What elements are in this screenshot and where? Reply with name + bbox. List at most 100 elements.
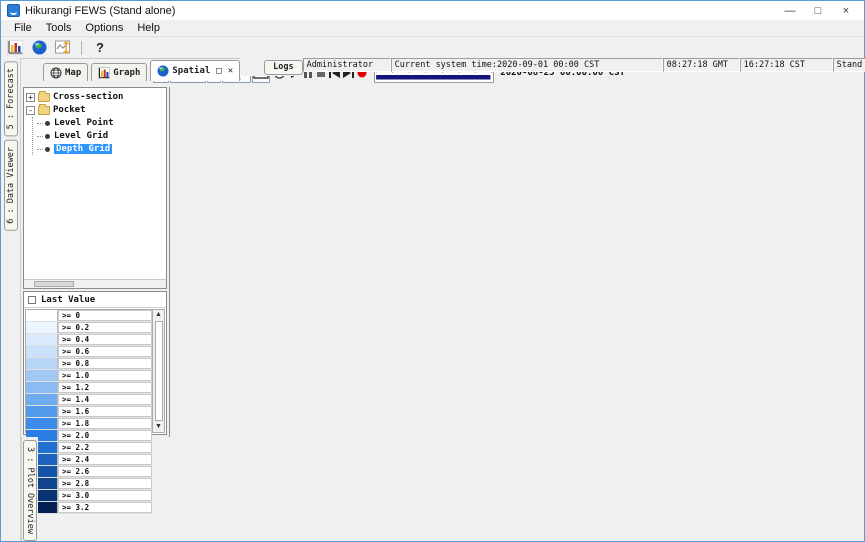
legend-swatch [26, 346, 58, 357]
legend-swatch [26, 406, 58, 417]
globe-icon [157, 65, 169, 77]
tab-forecast[interactable]: 5 : Forecast [4, 61, 18, 136]
folder-icon [38, 93, 50, 102]
tree-node-label: Pocket [53, 105, 86, 115]
toolbar-separator [81, 41, 82, 55]
menu-help[interactable]: Help [130, 22, 167, 34]
legend-panel: Last Value >= 0 >= 0.2 >= 0.4 >= 0.6 >= … [23, 291, 167, 435]
app-icon [7, 4, 20, 17]
status-mode: Stand alone [833, 58, 865, 72]
map-view[interactable]: H 1 API Key Required API Key Required Hi… [169, 87, 170, 437]
legend-row: >= 2.2 [26, 442, 152, 454]
api-watermark: API Key Required API Key Required [169, 327, 170, 437]
bullet-icon [45, 121, 50, 126]
filter-tree: + Cross-section - Pocket [23, 87, 167, 289]
tree-node-label: Level Grid [54, 131, 108, 141]
legend-list: >= 0 >= 0.2 >= 0.4 >= 0.6 >= 0.8 >= 1.0 … [26, 310, 152, 432]
legend-swatch [26, 322, 58, 333]
scroll-down-icon[interactable]: ▼ [155, 422, 162, 432]
menu-options[interactable]: Options [78, 22, 130, 34]
tab-spatial-label: Spatial [172, 66, 210, 76]
tree-node-label: Level Point [54, 118, 114, 128]
status-user: Administrator [303, 58, 391, 72]
status-system-time: Current system time:2020-09-01 00:00 CST [391, 58, 663, 72]
legend-swatch [26, 394, 58, 405]
timeseries-display-icon[interactable] [5, 39, 25, 57]
folder-icon [38, 106, 50, 115]
last-value-checkbox[interactable] [28, 296, 36, 304]
tree-node-pocket[interactable]: - Pocket [26, 104, 164, 116]
legend-row: >= 0.6 [26, 346, 152, 358]
collapse-toggle-icon[interactable]: - [26, 106, 35, 115]
expand-toggle-icon[interactable]: + [26, 93, 35, 102]
title-bar: Hikurangi FEWS (Stand alone) — □ × [1, 1, 864, 20]
tab-graph[interactable]: Graph [91, 63, 147, 81]
logs-tab[interactable]: Logs [264, 60, 302, 75]
main-toolbar: ? [1, 37, 864, 58]
tree-node-level-point[interactable]: Level Point [33, 117, 164, 129]
legend-row: >= 0.4 [26, 334, 152, 346]
legend-row: >= 3.0 [26, 490, 152, 502]
maximize-button[interactable]: □ [804, 5, 832, 17]
data-viewer-panel: + Cross-section - Pocket [21, 87, 169, 437]
scroll-up-icon[interactable]: ▲ [155, 310, 162, 320]
globe-grid-icon [50, 67, 62, 79]
minimize-button[interactable]: — [776, 5, 804, 17]
tree-node-level-grid[interactable]: Level Grid [33, 130, 164, 142]
tree-horizontal-scrollbar[interactable] [24, 279, 166, 288]
last-value-label: Last Value [41, 295, 95, 305]
status-gmt-time: 08:27:18 GMT [663, 58, 740, 72]
svg-text:API Key Required: API Key Required [169, 327, 170, 437]
legend-row: >= 1.0 [26, 370, 152, 382]
legend-row: >= 3.2 [26, 502, 152, 514]
map-canvas: H 1 API Key Required API Key Required Hi… [169, 88, 170, 437]
right-tab-strip: 3 : Plot Overview [21, 437, 38, 541]
tab-data-viewer[interactable]: 6 : Data Viewer [4, 140, 18, 231]
help-icon[interactable]: ? [90, 39, 110, 57]
tree-node-label: Cross-section [53, 92, 123, 102]
terrain-patches [169, 109, 170, 224]
tab-plot-overview[interactable]: 3 : Plot Overview [23, 440, 37, 541]
scrollbar-thumb[interactable] [155, 321, 163, 421]
legend-row: >= 0.2 [26, 322, 152, 334]
status-local-time: 16:27:18 CST [740, 58, 833, 72]
roads [169, 88, 170, 437]
grid-display-icon[interactable] [53, 39, 73, 57]
legend-swatch [26, 334, 58, 345]
tab-map-label: Map [65, 68, 81, 78]
tree-connector [37, 136, 43, 137]
tab-close-icon[interactable]: ✕ [228, 66, 233, 76]
tree-node-cross-section[interactable]: + Cross-section [26, 91, 164, 103]
tree-node-depth-grid[interactable]: Depth Grid [33, 143, 164, 155]
menu-bar: File Tools Options Help [1, 20, 864, 37]
bullet-icon [45, 134, 50, 139]
legend-swatch [26, 310, 58, 321]
river-network [169, 108, 170, 437]
tab-maximize-icon[interactable]: □ [216, 66, 221, 76]
status-bar: Administrator Current system time:2020-0… [303, 58, 865, 72]
legend-row: >= 2.0 [26, 430, 152, 442]
legend-vertical-scrollbar[interactable]: ▲ ▼ [152, 310, 164, 432]
menu-file[interactable]: File [7, 22, 39, 34]
close-button[interactable]: × [832, 5, 860, 17]
tree-connector [37, 123, 43, 124]
legend-swatch [26, 382, 58, 393]
logs-row: Logs [240, 58, 302, 76]
tree-node-label-selected: Depth Grid [54, 144, 112, 154]
legend-swatch [26, 358, 58, 369]
tab-graph-label: Graph [113, 68, 140, 78]
legend-row: >= 1.8 [26, 418, 152, 430]
tab-map[interactable]: Map [43, 63, 88, 81]
legend-row: >= 2.8 [26, 478, 152, 490]
spatial-display-icon[interactable] [29, 39, 49, 57]
menu-tools[interactable]: Tools [39, 22, 79, 34]
scrollbar-thumb[interactable] [34, 281, 74, 287]
bullet-icon [45, 147, 50, 152]
hill-shading [169, 126, 170, 437]
bottom-tab-bar: Map Graph Spatial □ ✕ [21, 58, 240, 81]
left-tab-strip: 5 : Forecast 6 : Data Viewer [1, 58, 21, 541]
app-window: Hikurangi FEWS (Stand alone) — □ × File … [0, 0, 865, 542]
legend-row: >= 0.8 [26, 358, 152, 370]
tab-spatial[interactable]: Spatial □ ✕ [150, 60, 240, 81]
bar-chart-icon [98, 67, 110, 79]
